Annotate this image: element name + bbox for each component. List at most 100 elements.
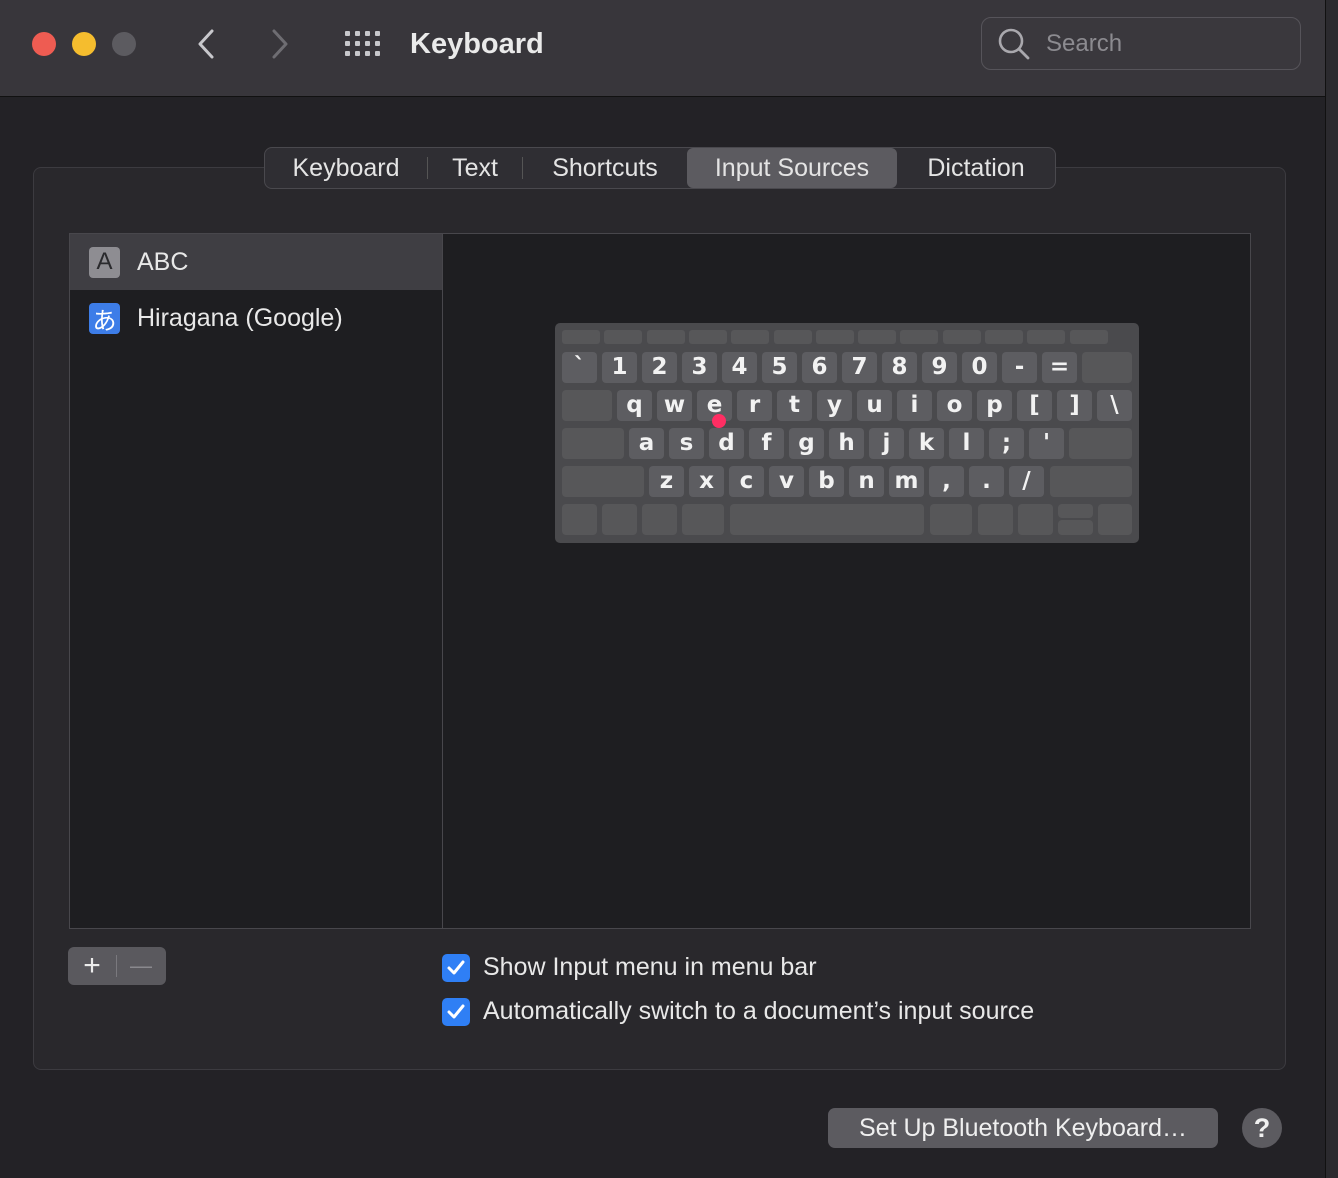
key: 1 — [602, 352, 637, 383]
function-key — [858, 330, 897, 344]
command-key — [682, 504, 724, 535]
add-remove-control: + — — [68, 947, 166, 985]
key: - — [1002, 352, 1037, 383]
command-key — [930, 504, 972, 535]
key: a — [629, 428, 664, 459]
key: d — [709, 428, 744, 459]
back-button[interactable] — [188, 24, 224, 64]
caps-lock-key — [562, 428, 624, 459]
key: ; — [989, 428, 1024, 459]
add-source-button[interactable]: + — [68, 947, 116, 985]
highlight-dot — [712, 414, 726, 428]
right-shift-key — [1050, 466, 1132, 497]
key: r — [737, 390, 772, 421]
option-key — [642, 504, 677, 535]
list-item-label: ABC — [137, 247, 189, 276]
key: 6 — [802, 352, 837, 383]
key: 3 — [682, 352, 717, 383]
forward-button[interactable] — [262, 24, 298, 64]
window-title: Keyboard — [410, 28, 544, 60]
tab-dictation[interactable]: Dictation — [897, 148, 1055, 188]
list-item-hiragana[interactable]: あ Hiragana (Google) — [70, 290, 442, 346]
checkmark-icon — [447, 1004, 465, 1018]
key: s — [669, 428, 704, 459]
key: p — [977, 390, 1012, 421]
checkbox-box[interactable] — [442, 997, 470, 1026]
key: ` — [562, 352, 597, 383]
key: k — [909, 428, 944, 459]
arrow-down-key — [1058, 520, 1093, 535]
key: n — [849, 466, 884, 497]
option-key — [978, 504, 1013, 535]
key: 5 — [762, 352, 797, 383]
input-sources-list: A ABC あ Hiragana (Google) — [69, 233, 443, 929]
checkbox-box[interactable] — [442, 953, 470, 982]
search-input[interactable] — [1044, 28, 1288, 59]
key: f — [749, 428, 784, 459]
function-key — [562, 330, 600, 344]
key: = — [1042, 352, 1077, 383]
key: ] — [1057, 390, 1092, 421]
help-button[interactable]: ? — [1242, 1108, 1282, 1148]
key: j — [869, 428, 904, 459]
tab-key — [562, 390, 612, 421]
function-key — [773, 330, 812, 344]
remove-source-button[interactable]: — — [117, 947, 165, 985]
key: i — [897, 390, 932, 421]
auto-switch-checkbox[interactable]: Automatically switch to a document’s inp… — [442, 997, 1034, 1026]
zoom-window-button[interactable] — [112, 32, 136, 56]
minimize-window-button[interactable] — [72, 32, 96, 56]
tab-keyboard[interactable]: Keyboard — [265, 148, 427, 188]
key: 0 — [962, 352, 997, 383]
function-key — [985, 330, 1023, 344]
show-input-menu-checkbox[interactable]: Show Input menu in menu bar — [442, 953, 817, 982]
tab-text[interactable]: Text — [428, 148, 522, 188]
tab-shortcuts[interactable]: Shortcuts — [523, 148, 687, 188]
key: [ — [1017, 390, 1052, 421]
delete-key — [1082, 352, 1132, 383]
key: o — [937, 390, 972, 421]
checkmark-icon — [447, 960, 465, 974]
key: / — [1009, 466, 1044, 497]
function-key — [731, 330, 770, 344]
title-bar: Keyboard — [0, 0, 1326, 97]
key: m — [889, 466, 924, 497]
hiragana-icon: あ — [89, 302, 120, 335]
bluetooth-keyboard-button[interactable]: Set Up Bluetooth Keyboard… — [828, 1108, 1218, 1148]
key: v — [769, 466, 804, 497]
close-window-button[interactable] — [32, 32, 56, 56]
list-item-label: Hiragana (Google) — [137, 303, 343, 332]
key: u — [857, 390, 892, 421]
key: h — [829, 428, 864, 459]
tab-bar: Keyboard Text Shortcuts Input Sources Di… — [264, 147, 1056, 189]
grid-icon — [345, 31, 380, 56]
fn-key — [562, 504, 597, 535]
key: 8 — [882, 352, 917, 383]
keyboard-layout-viewer: ` 1 2 3 4 5 6 7 8 9 0- = q w e r t y u i o p[] \ a s d f g h j k l; ' z x c… — [555, 323, 1139, 543]
key: y — [817, 390, 852, 421]
left-shift-key — [562, 466, 644, 497]
tab-input-sources[interactable]: Input Sources — [687, 148, 897, 188]
key: , — [929, 466, 964, 497]
show-all-button[interactable] — [342, 24, 384, 64]
key: q — [617, 390, 652, 421]
list-item-abc[interactable]: A ABC — [70, 234, 442, 290]
checkbox-label: Show Input menu in menu bar — [483, 953, 817, 981]
search-field[interactable] — [981, 17, 1301, 70]
arrow-right-key — [1098, 504, 1132, 535]
key: ' — [1029, 428, 1064, 459]
key: c — [729, 466, 764, 497]
key: z — [649, 466, 684, 497]
window-edge — [1325, 0, 1338, 1178]
function-key — [942, 330, 981, 344]
function-key — [688, 330, 727, 344]
checkbox-label: Automatically switch to a document’s inp… — [483, 997, 1035, 1025]
key: 4 — [722, 352, 757, 383]
return-key — [1069, 428, 1132, 459]
arrow-up-key — [1058, 504, 1093, 518]
chevron-left-icon — [198, 29, 214, 59]
function-key — [646, 330, 685, 344]
key: 2 — [642, 352, 677, 383]
key: \ — [1097, 390, 1132, 421]
key: t — [777, 390, 812, 421]
